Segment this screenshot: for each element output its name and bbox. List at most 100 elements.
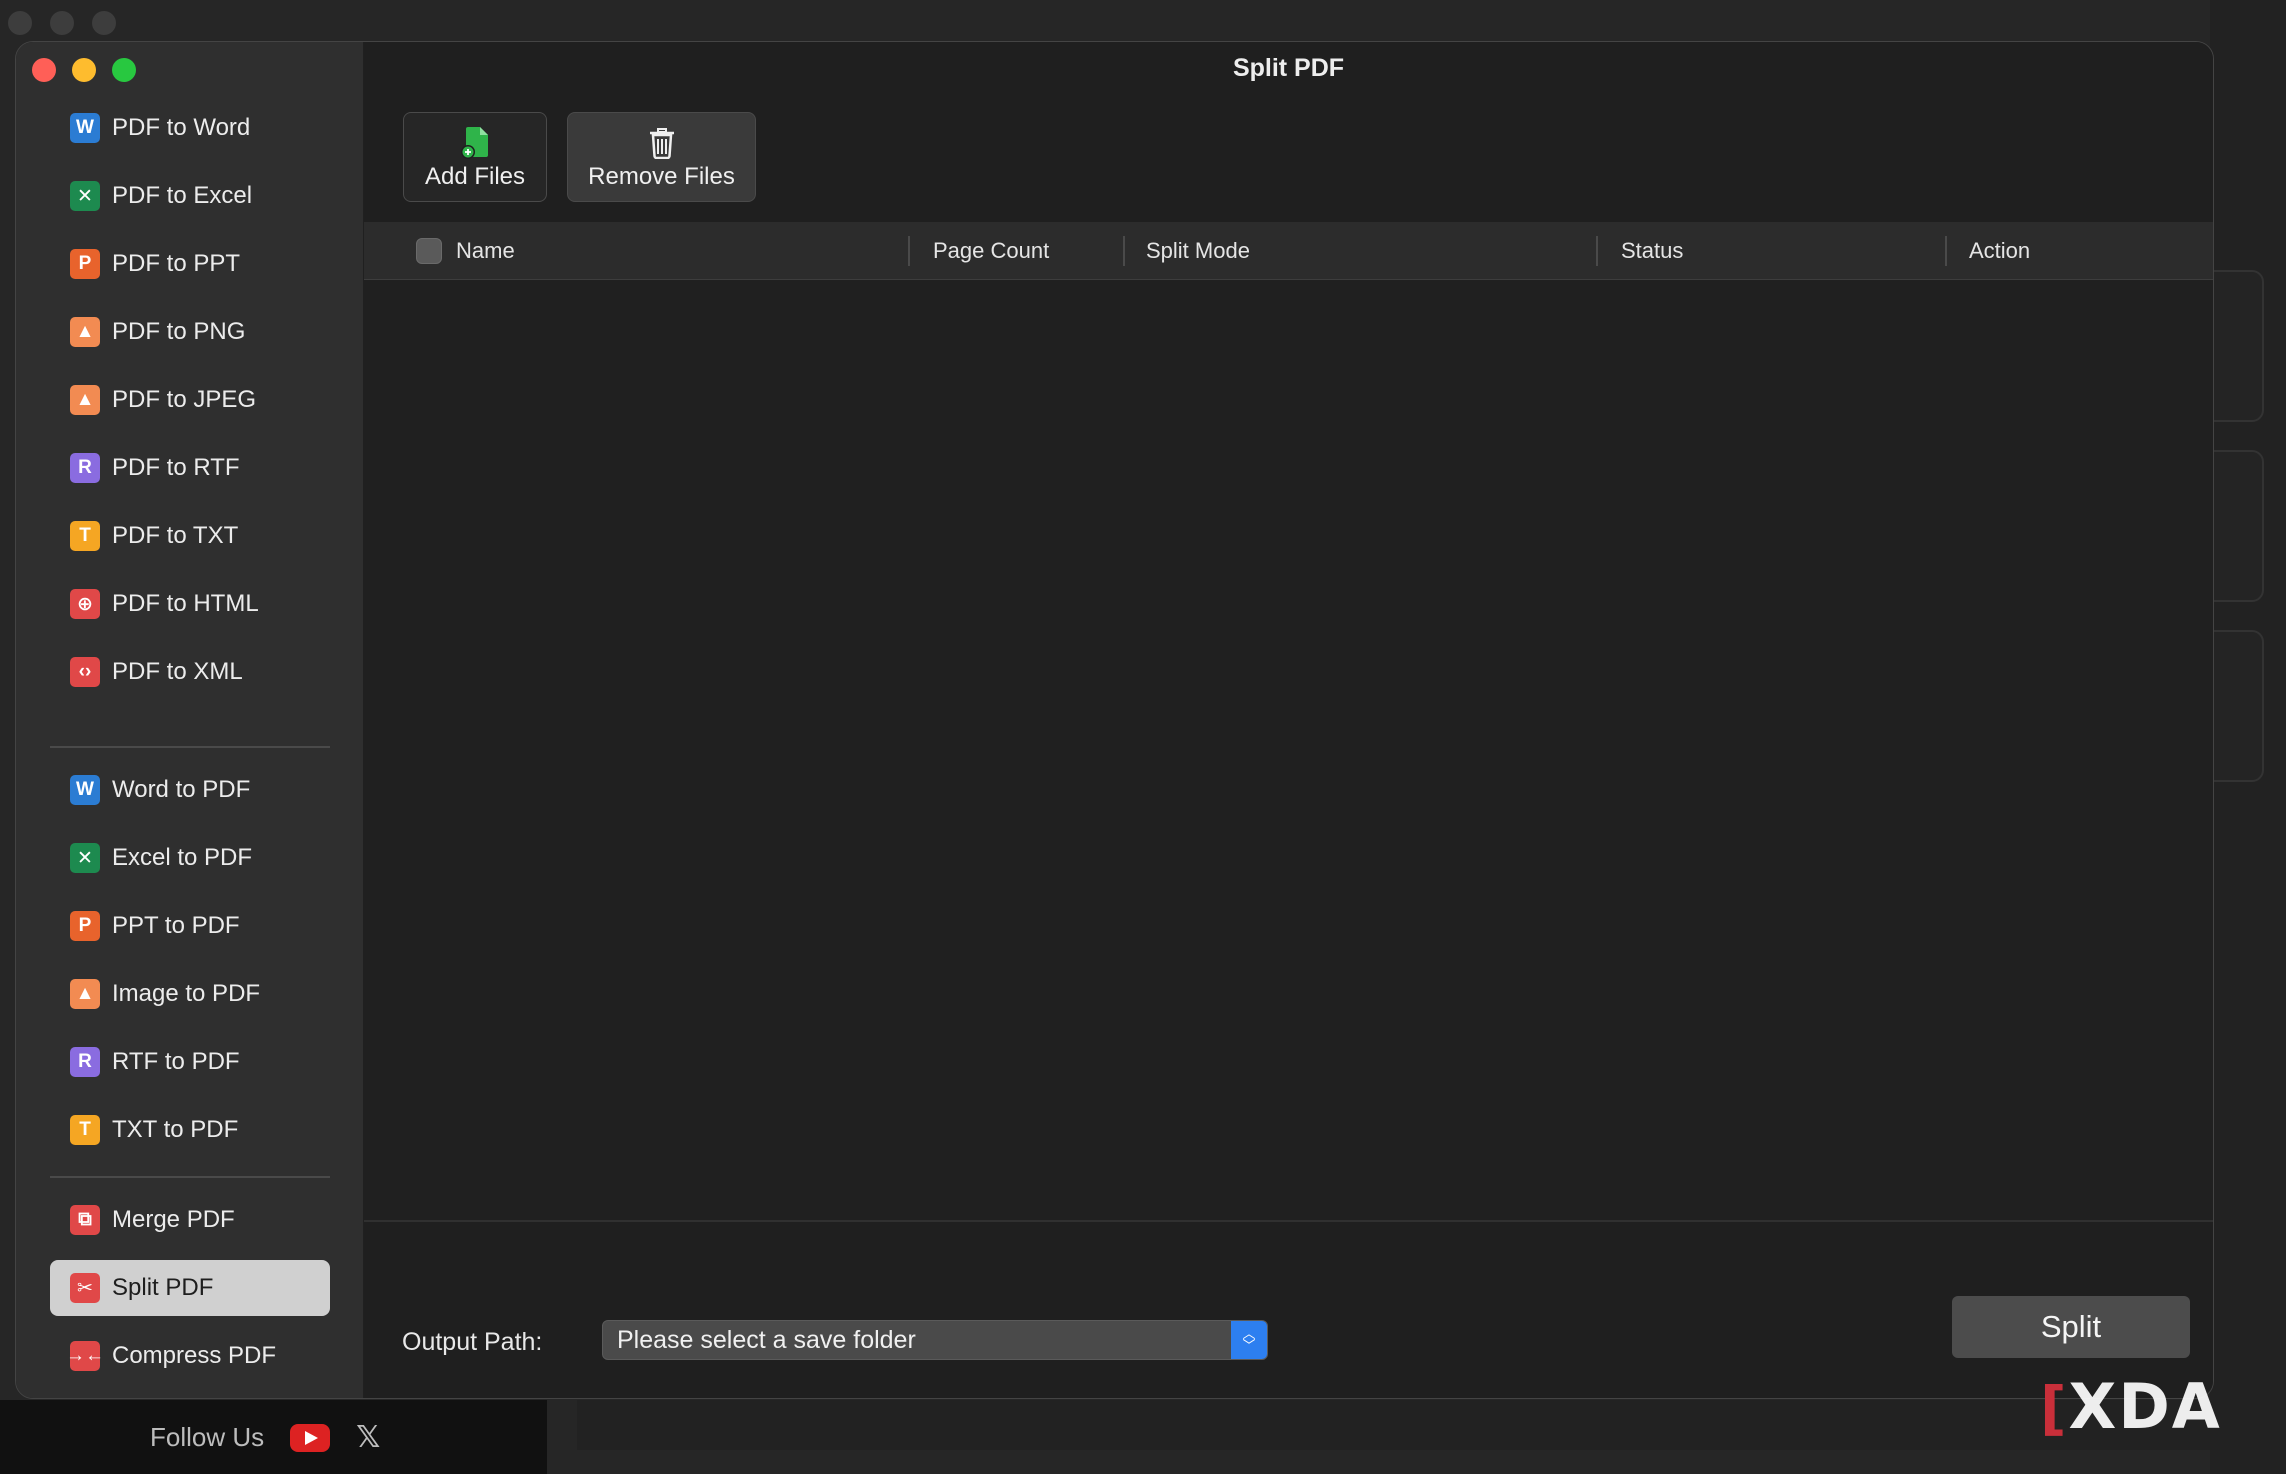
remove-files-button[interactable]: Remove Files — [567, 112, 756, 202]
remove-files-label: Remove Files — [588, 163, 735, 190]
sidebar-item-label: PDF to TXT — [112, 522, 239, 549]
sidebar-item-label: Merge PDF — [112, 1206, 235, 1233]
sidebar-item-excel-to-pdf[interactable]: ✕ Excel to PDF — [50, 830, 330, 886]
code-icon: ‹› — [70, 657, 100, 687]
split-button[interactable]: Split — [1952, 1296, 2190, 1358]
ppt-icon: P — [70, 911, 100, 941]
sidebar-item-pdf-to-word[interactable]: W PDF to Word — [50, 100, 330, 156]
chevron-up-down-icon: ︿ ﹀ — [1231, 1321, 1267, 1359]
sidebar-item-label: Excel to PDF — [112, 844, 253, 871]
column-action[interactable]: Action — [1969, 222, 2030, 280]
output-path-select[interactable]: Please select a save folder ︿ ﹀ — [602, 1320, 1268, 1360]
follow-us-label: Follow Us — [150, 1422, 265, 1452]
xda-watermark-text: XDA — [2068, 1370, 2222, 1443]
txt-icon: T — [70, 521, 100, 551]
image-icon: ▲ — [70, 317, 100, 347]
sidebar-item-label: PDF to PNG — [112, 318, 246, 345]
file-list[interactable] — [364, 280, 2213, 1222]
add-files-label: Add Files — [424, 163, 526, 190]
image-icon: ▲ — [70, 979, 100, 1009]
sidebar-item-pdf-to-rtf[interactable]: R PDF to RTF — [50, 440, 330, 496]
sidebar-item-label: PPT to PDF — [112, 912, 240, 939]
sidebar-item-txt-to-pdf[interactable]: T TXT to PDF — [50, 1102, 330, 1158]
sidebar-item-label: PDF to Excel — [112, 182, 253, 209]
word-icon: W — [70, 113, 100, 143]
sidebar-item-merge-pdf[interactable]: ⧉ Merge PDF — [50, 1192, 330, 1248]
column-divider[interactable] — [908, 236, 910, 266]
sidebar-item-pdf-to-txt[interactable]: T PDF to TXT — [50, 508, 330, 564]
youtube-icon[interactable] — [290, 1423, 331, 1452]
column-status[interactable]: Status — [1621, 222, 1683, 280]
sidebar-item-label: RTF to PDF — [112, 1048, 240, 1075]
column-page-count[interactable]: Page Count — [933, 222, 1049, 280]
main-panel: Split PDF Add Files Remove Files Name Pa… — [364, 42, 2213, 1398]
select-all-checkbox[interactable] — [416, 238, 442, 264]
scissors-icon: ✂ — [70, 1273, 100, 1303]
ppt-icon: P — [70, 249, 100, 279]
trash-icon — [648, 123, 676, 159]
sidebar-item-label: PDF to HTML — [112, 590, 259, 617]
sidebar-item-image-to-pdf[interactable]: ▲ Image to PDF — [50, 966, 330, 1022]
table-header: Name Page Count Split Mode Status Action — [364, 222, 2213, 280]
rtf-icon: R — [70, 1047, 100, 1077]
sidebar-item-label: Compress PDF — [112, 1342, 277, 1369]
sidebar-item-label: PDF to PPT — [112, 250, 241, 277]
sidebar-item-pdf-to-xml[interactable]: ‹› PDF to XML — [50, 644, 330, 700]
column-name-label: Name — [456, 238, 515, 263]
close-button[interactable] — [32, 58, 56, 82]
compress-icon: →← — [66, 1341, 104, 1371]
background-footer-bar — [577, 1400, 2267, 1450]
x-twitter-icon[interactable]: 𝕏 — [356, 1420, 380, 1455]
sidebar-item-label: PDF to Word — [112, 114, 251, 141]
sidebar-item-pdf-to-png[interactable]: ▲ PDF to PNG — [50, 304, 330, 360]
sidebar-item-pdf-to-ppt[interactable]: P PDF to PPT — [50, 236, 330, 292]
sidebar-item-pdf-to-html[interactable]: ⊕ PDF to HTML — [50, 576, 330, 632]
sidebar-item-pdf-to-excel[interactable]: ✕ PDF to Excel — [50, 168, 330, 224]
word-icon: W — [70, 775, 100, 805]
sidebar-item-compress-pdf[interactable]: →← Compress PDF — [50, 1328, 330, 1384]
sidebar-item-label: Split PDF — [112, 1274, 214, 1301]
xda-watermark: [XDA — [2040, 1370, 2222, 1443]
sidebar-item-label: Word to PDF — [112, 776, 251, 803]
sidebar-item-label: PDF to JPEG — [112, 386, 257, 413]
add-file-icon — [460, 123, 490, 159]
sidebar-item-label: TXT to PDF — [112, 1116, 239, 1143]
sidebar-divider — [50, 746, 330, 748]
nav-group-to-pdf: W Word to PDF ✕ Excel to PDF P PPT to PDF ▲ Ima… — [50, 762, 330, 1170]
sidebar-item-ppt-to-pdf[interactable]: P PPT to PDF — [50, 898, 330, 954]
follow-us: Follow Us 𝕏 — [150, 1420, 380, 1455]
nav-group-from-pdf: W PDF to Word ✕ PDF to Excel P PDF to PPT ▲ PDF… — [50, 100, 330, 712]
output-path-value: Please select a save folder — [617, 1326, 916, 1354]
background-window-controls — [8, 11, 116, 35]
sidebar-item-label: PDF to RTF — [112, 454, 240, 481]
sidebar-item-pdf-to-jpeg[interactable]: ▲ PDF to JPEG — [50, 372, 330, 428]
column-divider[interactable] — [1945, 236, 1947, 266]
output-path-label: Output Path: — [402, 1328, 543, 1356]
excel-icon: ✕ — [70, 843, 100, 873]
zoom-button[interactable] — [112, 58, 136, 82]
window-title: Split PDF — [1232, 54, 1345, 82]
image-icon: ▲ — [70, 385, 100, 415]
minimize-button[interactable] — [72, 58, 96, 82]
split-pdf-window: W PDF to Word ✕ PDF to Excel P PDF to PPT ▲ PDF… — [15, 41, 2214, 1399]
sidebar-item-label: PDF to XML — [112, 658, 243, 685]
excel-icon: ✕ — [70, 181, 100, 211]
nav-group-tools: ⧉ Merge PDF ✂ Split PDF →← Compress PDF — [50, 1192, 330, 1396]
add-files-button[interactable]: Add Files — [403, 112, 547, 202]
column-divider[interactable] — [1123, 236, 1125, 266]
sidebar-divider — [50, 1176, 330, 1178]
merge-icon: ⧉ — [70, 1205, 100, 1235]
xda-logo-mark-icon: [ — [2040, 1374, 2069, 1442]
column-split-mode[interactable]: Split Mode — [1146, 222, 1250, 280]
txt-icon: T — [70, 1115, 100, 1145]
sidebar-item-rtf-to-pdf[interactable]: R RTF to PDF — [50, 1034, 330, 1090]
column-divider[interactable] — [1596, 236, 1598, 266]
window-controls — [32, 58, 136, 82]
rtf-icon: R — [70, 453, 100, 483]
sidebar-item-split-pdf[interactable]: ✂ Split PDF — [50, 1260, 330, 1316]
globe-icon: ⊕ — [70, 589, 100, 619]
sidebar-item-word-to-pdf[interactable]: W Word to PDF — [50, 762, 330, 818]
sidebar: W PDF to Word ✕ PDF to Excel P PDF to PPT ▲ PDF… — [16, 42, 363, 1398]
column-name[interactable]: Name — [416, 222, 515, 280]
sidebar-item-label: Image to PDF — [112, 980, 261, 1007]
